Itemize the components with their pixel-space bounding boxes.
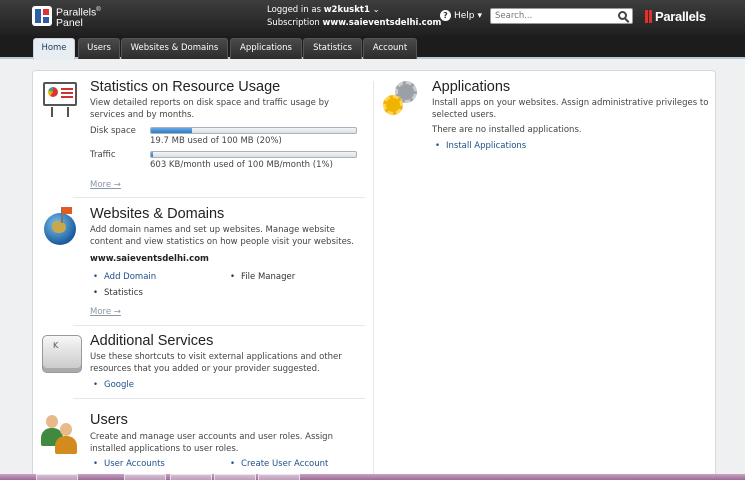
logo-text: Parallels® Panel bbox=[56, 5, 101, 28]
disk-space-bar bbox=[150, 127, 357, 134]
traffic-usage: 603 KB/month used of 100 MB/month (1%) bbox=[150, 160, 333, 170]
websites-description: Add domain names and set up websites. Ma… bbox=[90, 225, 354, 247]
home-panel: Statistics on Resource Usage View detail… bbox=[32, 70, 716, 480]
domain-name[interactable]: www.saieventsdelhi.com bbox=[90, 254, 209, 264]
applications-title[interactable]: Applications bbox=[432, 79, 510, 95]
add-domain-link[interactable]: Add Domain bbox=[93, 272, 156, 282]
parallels-panel-logo[interactable]: Parallels® Panel bbox=[32, 5, 101, 28]
parallels-bars-icon bbox=[645, 10, 652, 23]
additional-services-title[interactable]: Additional Services bbox=[90, 333, 213, 349]
subscription-name[interactable]: www.saieventsdelhi.com bbox=[323, 18, 442, 28]
taskbar-button[interactable] bbox=[214, 474, 256, 480]
tab-websites-domains[interactable]: Websites & Domains bbox=[121, 38, 228, 59]
google-link[interactable]: Google bbox=[93, 380, 134, 390]
logged-in-label: Logged in as bbox=[267, 5, 321, 15]
taskbar-button[interactable] bbox=[170, 474, 212, 480]
parallels-brand: Parallels bbox=[645, 9, 706, 24]
no-applications-text: There are no installed applications. bbox=[432, 125, 582, 135]
users-title[interactable]: Users bbox=[90, 412, 128, 428]
section-divider bbox=[73, 398, 365, 399]
os-taskbar bbox=[0, 474, 745, 480]
user-accounts-link[interactable]: User Accounts bbox=[93, 459, 165, 469]
applications-description: Install apps on your websites. Assign ad… bbox=[432, 98, 709, 120]
statistics-title[interactable]: Statistics on Resource Usage bbox=[90, 79, 280, 95]
create-user-account-link[interactable]: Create User Account bbox=[230, 459, 328, 469]
key-letter: K bbox=[53, 341, 59, 350]
globe-icon bbox=[42, 207, 80, 245]
create-user-account-label: Create User Account bbox=[241, 459, 329, 469]
help-menu[interactable]: ? Help ▾ bbox=[440, 10, 482, 21]
column-divider bbox=[373, 81, 374, 476]
help-label: Help bbox=[454, 10, 475, 21]
additional-services-description: Use these shortcuts to visit external ap… bbox=[90, 352, 342, 374]
top-header: Parallels® Panel Logged in as w2kuskt1 ⌄… bbox=[0, 0, 745, 36]
section-divider bbox=[73, 325, 365, 326]
statistics-label: Statistics bbox=[104, 288, 143, 298]
taskbar-button[interactable] bbox=[36, 474, 78, 480]
file-manager-link[interactable]: File Manager bbox=[230, 272, 295, 282]
section-divider bbox=[73, 197, 365, 198]
traffic-bar-fill bbox=[151, 152, 154, 157]
disk-space-usage: 19.7 MB used of 100 MB (20%) bbox=[150, 136, 282, 146]
search-input[interactable] bbox=[491, 9, 611, 23]
users-description: Create and manage user accounts and user… bbox=[90, 432, 333, 454]
brand-text: Parallels bbox=[655, 9, 706, 24]
tab-statistics[interactable]: Statistics bbox=[303, 38, 362, 59]
logo-line2: Panel bbox=[56, 16, 83, 29]
parallels-logo-icon bbox=[32, 6, 52, 27]
users-icon bbox=[40, 415, 80, 455]
statistics-chart-icon bbox=[41, 81, 79, 117]
main-nav: Home Users Websites & Domains Applicatio… bbox=[0, 36, 745, 60]
websites-title[interactable]: Websites & Domains bbox=[90, 206, 224, 222]
help-chevron-down-icon: ▾ bbox=[477, 10, 483, 21]
disk-space-label: Disk space bbox=[90, 126, 136, 136]
traffic-bar bbox=[150, 151, 357, 158]
tab-home[interactable]: Home bbox=[33, 38, 75, 60]
statistics-more-link[interactable]: More → bbox=[90, 180, 121, 190]
logo-reg-mark: ® bbox=[96, 7, 101, 13]
install-applications-label: Install Applications bbox=[446, 141, 527, 151]
tab-account[interactable]: Account bbox=[363, 38, 417, 59]
taskbar-button[interactable] bbox=[258, 474, 300, 480]
statistics-description: View detailed reports on disk space and … bbox=[90, 98, 330, 120]
tab-applications[interactable]: Applications bbox=[230, 38, 302, 59]
search-icon[interactable] bbox=[618, 11, 627, 20]
help-icon: ? bbox=[440, 10, 451, 21]
traffic-label: Traffic bbox=[90, 150, 116, 160]
add-domain-label: Add Domain bbox=[104, 272, 157, 282]
taskbar-button[interactable] bbox=[124, 474, 166, 480]
file-manager-label: File Manager bbox=[241, 272, 296, 282]
websites-more-link[interactable]: More → bbox=[90, 307, 121, 317]
statistics-link[interactable]: Statistics bbox=[93, 288, 143, 298]
login-info: Logged in as w2kuskt1 ⌄ Subscription www… bbox=[267, 4, 441, 30]
install-applications-link[interactable]: Install Applications bbox=[435, 141, 526, 151]
user-chevron-down-icon[interactable]: ⌄ bbox=[373, 5, 380, 15]
search-box bbox=[490, 8, 633, 24]
gears-icon bbox=[383, 81, 419, 117]
username-menu[interactable]: w2kuskt1 bbox=[324, 5, 370, 15]
user-accounts-label: User Accounts bbox=[104, 459, 165, 469]
google-label: Google bbox=[104, 380, 134, 390]
disk-space-bar-fill bbox=[151, 128, 192, 133]
keyboard-key-icon: K bbox=[42, 335, 82, 373]
tab-users[interactable]: Users bbox=[78, 38, 120, 59]
subscription-label: Subscription bbox=[267, 18, 320, 28]
